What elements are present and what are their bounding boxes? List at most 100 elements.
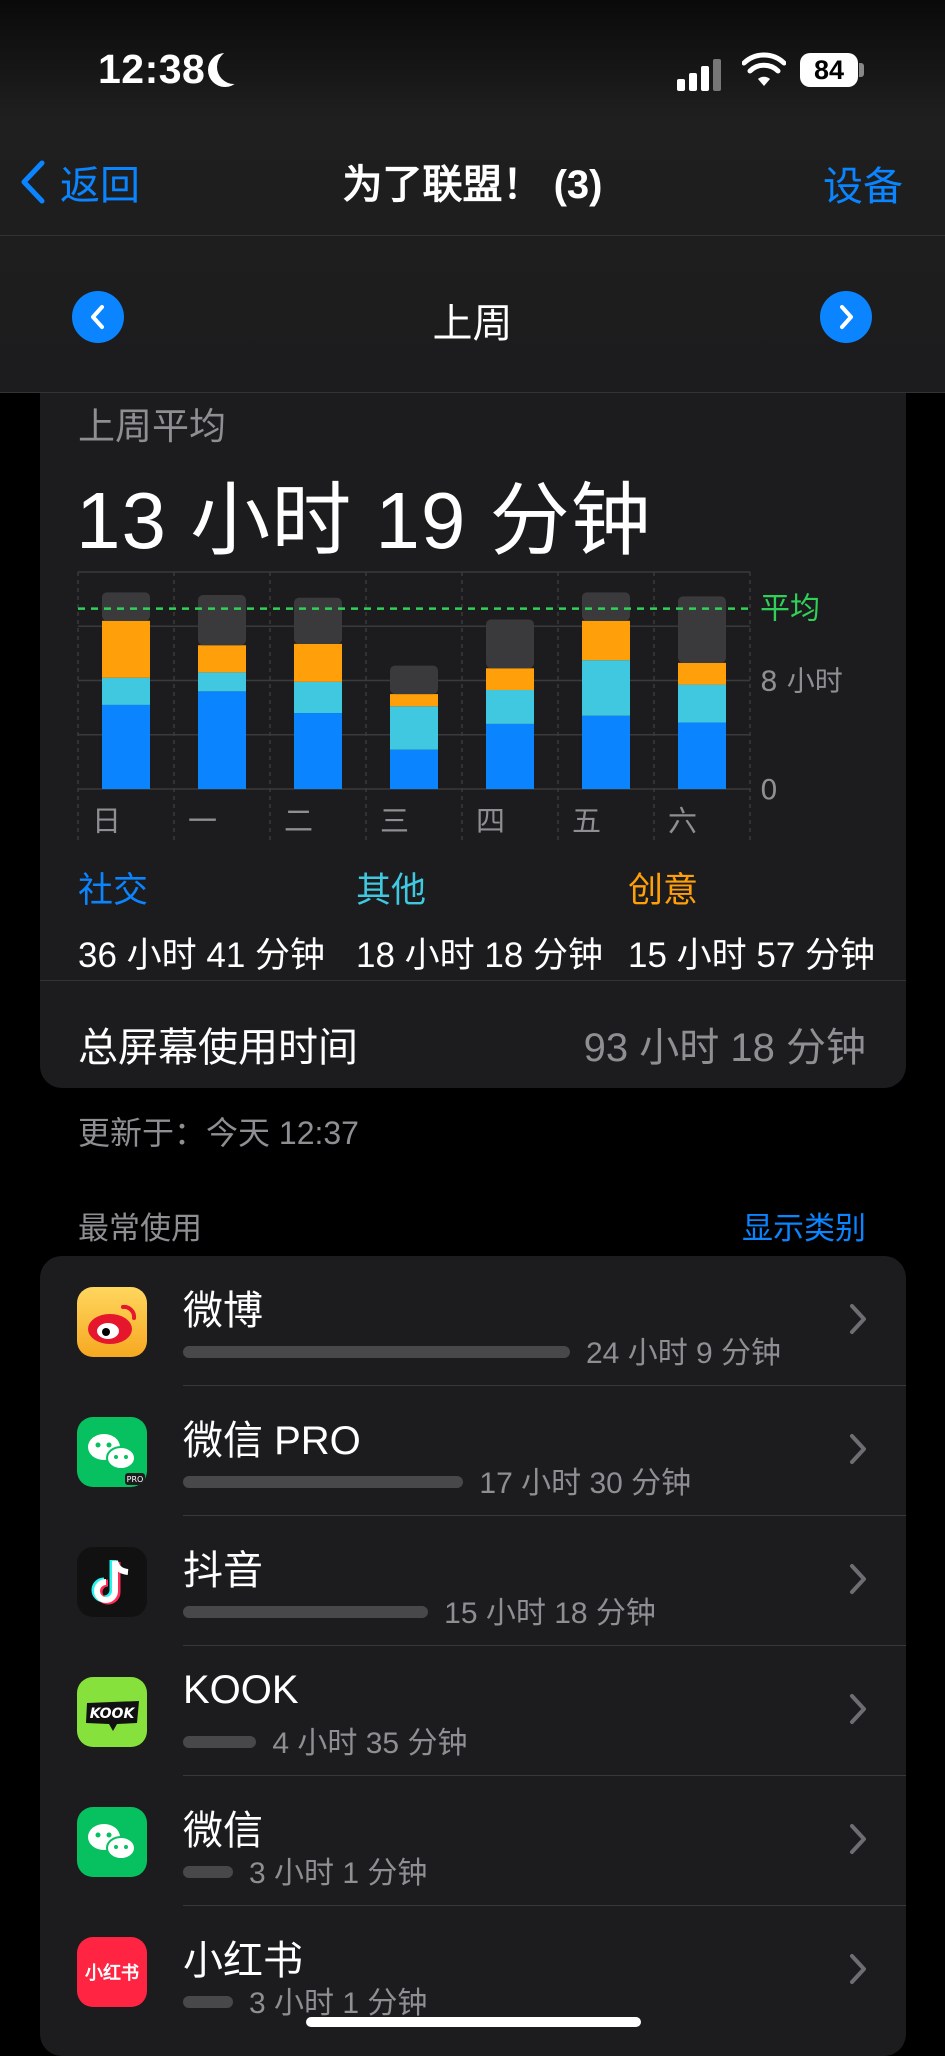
app-time: 15 小时 18 分钟 bbox=[444, 1597, 656, 1630]
chart-bar-segment bbox=[198, 645, 246, 673]
battery-tip bbox=[859, 63, 864, 77]
chart-bar-segment bbox=[582, 715, 630, 789]
chart-bar-segment bbox=[102, 620, 150, 678]
home-indicator bbox=[306, 2017, 641, 2027]
usage-bar bbox=[183, 1346, 570, 1358]
chart-bar-segment bbox=[390, 706, 438, 750]
legend-creative: 创意 15 小时 57 分钟 bbox=[628, 862, 875, 978]
total-screen-time-label: 总屏幕使用时间 bbox=[78, 1026, 358, 1070]
usage-bar bbox=[183, 1996, 233, 2008]
chart-y-tick-label: 8 小时 bbox=[760, 665, 843, 698]
usage-bar bbox=[183, 1736, 257, 1748]
battery-icon: 84 bbox=[800, 53, 858, 87]
kook-logo-text: KOOK bbox=[90, 1706, 136, 1722]
chart-bar-segment bbox=[294, 643, 342, 682]
weibo-icon bbox=[77, 1287, 147, 1357]
chart-bar-segment bbox=[486, 723, 534, 789]
legend-other-time: 18 小时 18 分钟 bbox=[356, 936, 604, 975]
moon-icon bbox=[217, 50, 251, 84]
usage-bar bbox=[183, 1866, 233, 1878]
most-used-header: 最常使用 bbox=[78, 1211, 202, 1246]
chart-average-label: 平均 bbox=[760, 592, 820, 627]
average-value: 13 小时 19 分钟 bbox=[76, 476, 652, 565]
chart-y-tick-label: 0 bbox=[760, 773, 778, 806]
chart-day-label: 一 bbox=[188, 804, 217, 838]
next-week-button[interactable] bbox=[820, 291, 872, 343]
total-screen-time-value: 93 小时 18 分钟 bbox=[583, 1026, 866, 1070]
app-time: 3 小时 1 分钟 bbox=[249, 1857, 428, 1890]
chart-bar-segment bbox=[486, 689, 534, 724]
chevron-right-icon bbox=[850, 1434, 866, 1464]
wechat-pro-icon: PRO bbox=[77, 1417, 147, 1487]
legend-social-time: 36 小时 41 分钟 bbox=[78, 936, 326, 975]
chart-bar-segment bbox=[294, 597, 342, 644]
average-label: 上周平均 bbox=[78, 406, 226, 447]
show-categories-button[interactable]: 显示类别 bbox=[742, 1203, 866, 1248]
legend-creative-time: 15 小时 57 分钟 bbox=[628, 936, 876, 975]
usage-bar bbox=[183, 1476, 464, 1488]
app-name: 抖音 bbox=[183, 1549, 263, 1593]
app-time: 17 小时 30 分钟 bbox=[479, 1467, 692, 1500]
wechat-icon bbox=[77, 1807, 147, 1877]
app-name: 微博 bbox=[183, 1289, 263, 1333]
list-item[interactable]: 抖音 15 小时 18 分钟 bbox=[40, 1516, 906, 1646]
xiaohongshu-icon: 小红书 bbox=[77, 1937, 147, 2007]
legend-other-name: 其他 bbox=[356, 871, 427, 910]
devices-button[interactable]: 设备 bbox=[823, 154, 903, 212]
list-item[interactable]: 微信 3 小时 1 分钟 bbox=[40, 1776, 906, 1906]
chart-bar-segment bbox=[678, 722, 726, 789]
chart-bar-segment bbox=[294, 713, 342, 789]
chart-bar-segment bbox=[486, 668, 534, 690]
chart-bar-segment bbox=[102, 677, 150, 705]
chart-bar-segment bbox=[198, 672, 246, 692]
chart-bar-segment bbox=[678, 684, 726, 723]
weekly-usage-chart: 日 一 二 三 四 五 六 平均 8 小时 0 bbox=[77, 571, 843, 841]
legend-social-name: 社交 bbox=[78, 871, 149, 910]
xhs-logo-text: 小红书 bbox=[85, 1962, 139, 1984]
chart-day-label: 六 bbox=[668, 804, 697, 838]
chart-bar-segment bbox=[102, 704, 150, 789]
chart-bar-segment bbox=[678, 596, 726, 663]
wifi-icon bbox=[742, 52, 786, 86]
chevron-right-icon bbox=[850, 1694, 866, 1724]
chevron-right-icon bbox=[850, 1304, 866, 1334]
chart-bar-segment bbox=[390, 749, 438, 789]
week-label: 上周 bbox=[432, 302, 513, 346]
week-navigator: 上周 bbox=[0, 236, 945, 393]
app-time: 3 小时 1 分钟 bbox=[249, 1987, 428, 2020]
app-name: 微信 PRO bbox=[183, 1419, 361, 1463]
chart-day-label: 三 bbox=[380, 804, 409, 838]
douyin-icon bbox=[77, 1547, 147, 1617]
chart-day-label: 五 bbox=[572, 804, 601, 838]
chevron-right-icon bbox=[840, 305, 853, 329]
chart-bar-segment bbox=[102, 592, 150, 621]
list-item[interactable]: PRO 微信 PRO 17 小时 30 分钟 bbox=[40, 1386, 906, 1516]
chart-bar-segment bbox=[390, 665, 438, 695]
chart-bar-segment bbox=[294, 681, 342, 714]
usage-bar bbox=[183, 1606, 429, 1618]
legend-creative-name: 创意 bbox=[628, 871, 699, 910]
card-divider bbox=[40, 980, 906, 981]
chart-day-label: 二 bbox=[284, 804, 313, 838]
chevron-right-icon bbox=[850, 1824, 866, 1854]
page-title: 为了联盟！ (3) bbox=[342, 163, 603, 207]
list-item[interactable]: 微博 24 小时 9 分钟 bbox=[40, 1256, 906, 1386]
signal-icon bbox=[677, 57, 725, 91]
chart-bar-segment bbox=[198, 691, 246, 789]
pro-badge: PRO bbox=[127, 1475, 144, 1484]
chart-bar-segment bbox=[678, 662, 726, 685]
legend-social: 社交 36 小时 41 分钟 bbox=[78, 862, 325, 978]
chevron-right-icon bbox=[850, 1564, 866, 1594]
list-item[interactable]: KOOK KOOK 4 小时 35 分钟 bbox=[40, 1646, 906, 1776]
chart-bar-segment bbox=[390, 694, 438, 707]
status-time: 12:38 bbox=[98, 46, 206, 92]
chart-bar-segment bbox=[198, 595, 246, 646]
legend-other: 其他 18 小时 18 分钟 bbox=[356, 862, 603, 978]
chart-bar-segment bbox=[486, 619, 534, 669]
chart-bar-segment bbox=[582, 620, 630, 661]
chart-day-label: 日 bbox=[92, 804, 121, 838]
updated-time: 更新于：今天 12:37 bbox=[78, 1115, 359, 1151]
app-name: KOOK bbox=[183, 1668, 299, 1712]
chevron-right-icon bbox=[850, 1954, 866, 1984]
chart-bar-segment bbox=[582, 660, 630, 716]
